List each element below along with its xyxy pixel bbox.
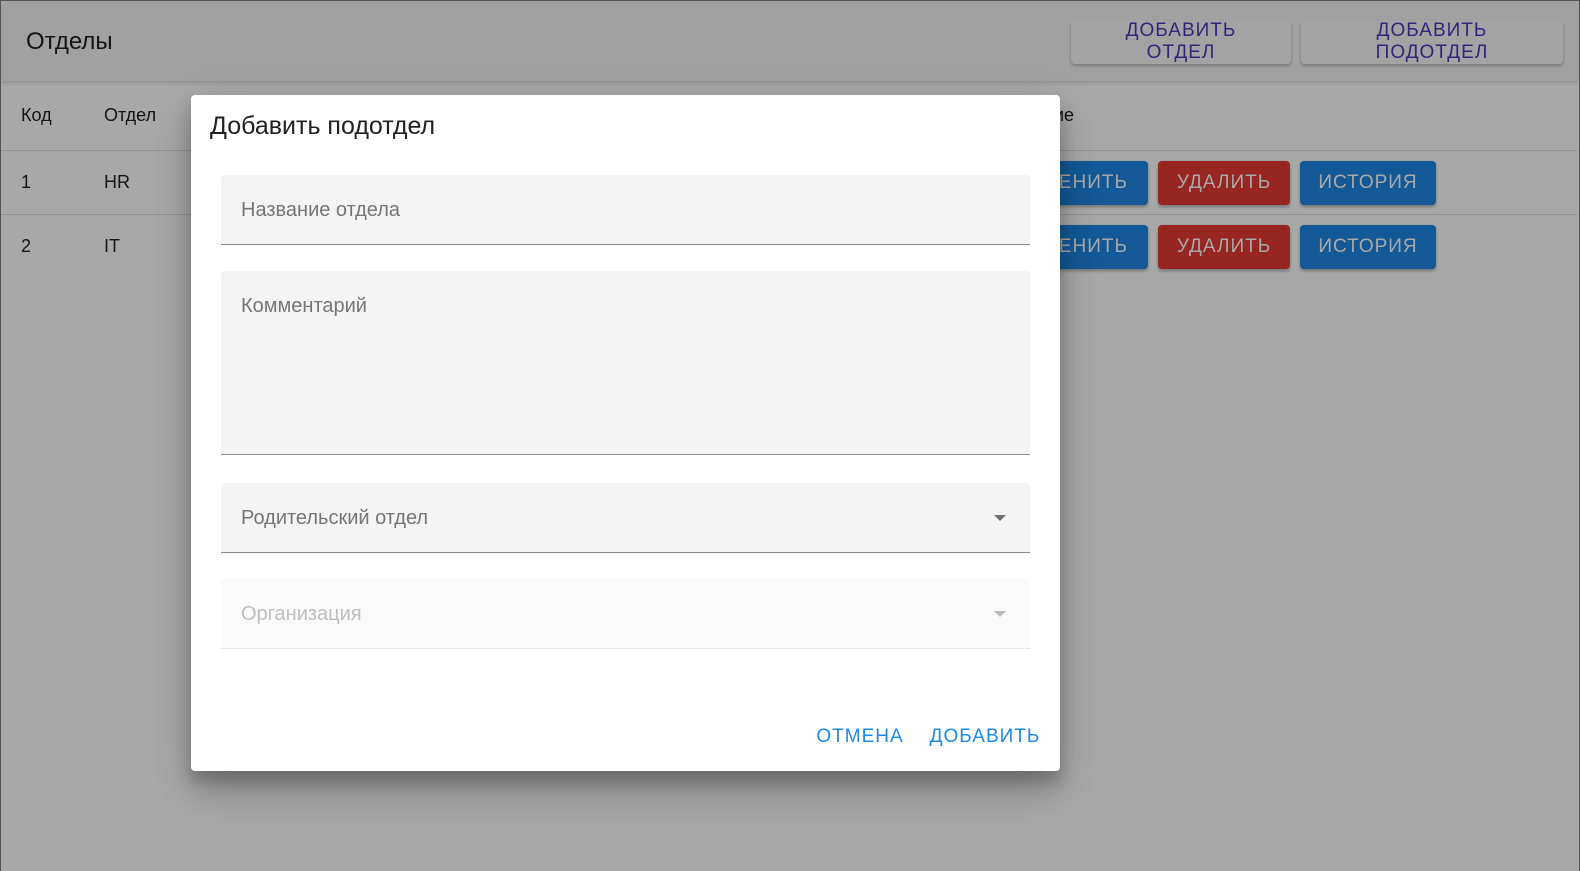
add-subdepartment-dialog: Добавить подотдел Название отдела Коммен…	[191, 95, 1060, 771]
department-name-label: Название отдела	[241, 199, 401, 221]
departments-page: Отделы ДОБАВИТЬ ОТДЕЛ ДОБАВИТЬ ПОДОТДЕЛ …	[0, 0, 1580, 871]
organization-select: Организация	[221, 579, 1030, 649]
add-button[interactable]: ДОБАВИТЬ	[926, 715, 1044, 759]
parent-department-select[interactable]: Родительский отдел	[221, 483, 1030, 553]
cancel-button[interactable]: ОТМЕНА	[811, 715, 909, 759]
dropdown-caret-icon	[994, 515, 1006, 521]
organization-label: Организация	[241, 603, 362, 625]
comment-field[interactable]: Комментарий	[221, 271, 1030, 455]
dialog-title: Добавить подотдел	[210, 112, 436, 140]
parent-department-label: Родительский отдел	[241, 507, 429, 529]
dropdown-caret-icon	[994, 611, 1006, 617]
department-name-field[interactable]: Название отдела	[221, 175, 1030, 245]
comment-label: Комментарий	[241, 295, 367, 317]
